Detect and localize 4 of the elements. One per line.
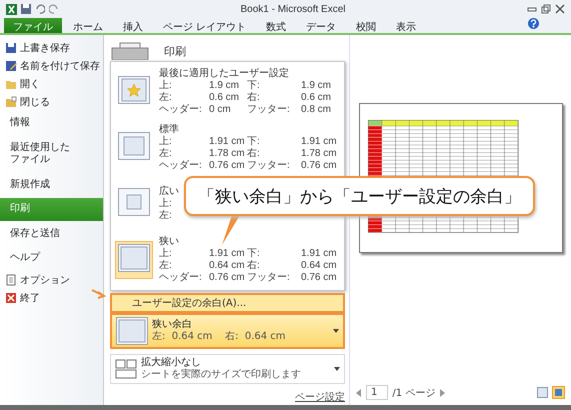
callout-label: 「狭い余白」から「ユーザー設定の余白」 [184, 176, 535, 216]
page-count: /1 ページ [392, 386, 436, 400]
section-heading: 印刷 [164, 44, 186, 58]
window-title: Book1 - Microsoft Excel [239, 4, 347, 14]
